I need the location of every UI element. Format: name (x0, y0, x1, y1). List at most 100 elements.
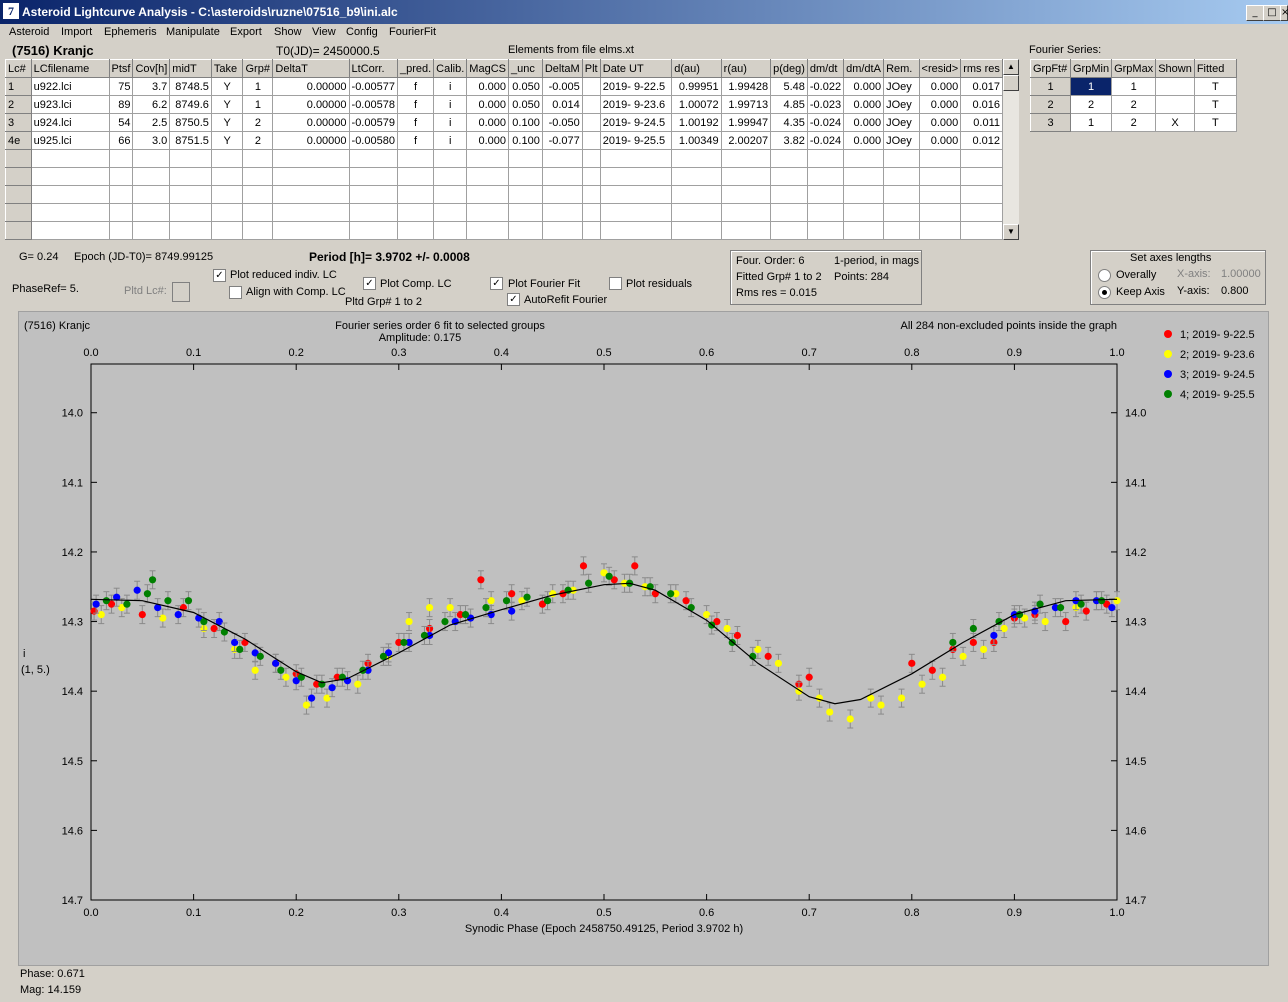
lc-col-header[interactable]: p(deg) (770, 59, 808, 78)
lc-cell[interactable] (396, 185, 435, 204)
lc-cell[interactable]: 0.000 (843, 77, 885, 96)
lc-cell[interactable]: -0.024 (806, 131, 845, 150)
lc-cell[interactable] (30, 203, 110, 222)
lc-cell[interactable] (507, 239, 543, 240)
lc-cell[interactable] (348, 167, 398, 186)
lc-cell[interactable] (883, 149, 920, 168)
fourier-cell[interactable] (1155, 95, 1195, 114)
lc-col-header[interactable]: DeltaT (272, 59, 350, 78)
lc-cell[interactable]: -0.022 (806, 77, 845, 96)
lc-cell[interactable] (396, 203, 435, 222)
lc-cell[interactable] (770, 185, 808, 204)
lc-cell[interactable]: 0.012 (960, 131, 1003, 150)
lc-cell[interactable] (541, 149, 583, 168)
lc-cell[interactable] (960, 239, 1003, 240)
lc-cell[interactable] (770, 149, 808, 168)
lc-cell[interactable] (918, 167, 962, 186)
lc-cell[interactable] (132, 203, 171, 222)
lc-cell[interactable]: f (396, 95, 435, 114)
lc-cell[interactable] (5, 203, 32, 222)
fourier-col-header[interactable]: Fitted (1193, 59, 1237, 78)
lc-cell[interactable]: 54 (108, 113, 134, 132)
lc-cell[interactable]: Y (210, 131, 244, 150)
autorefit-checkbox[interactable]: ✓ (507, 293, 520, 306)
lc-cell[interactable]: JOey (883, 95, 920, 114)
lc-cell[interactable]: f (396, 113, 435, 132)
fourier-cell[interactable]: 3 (1030, 113, 1071, 132)
maximize-button[interactable]: □ (1263, 5, 1281, 21)
lc-cell[interactable]: i (433, 113, 468, 132)
lc-cell[interactable]: -0.024 (806, 113, 845, 132)
lc-cell[interactable] (169, 203, 212, 222)
x-axis-value[interactable]: 1.00000 (1221, 268, 1261, 280)
fourier-cell[interactable]: X (1155, 113, 1195, 132)
lc-cell[interactable] (541, 203, 583, 222)
lc-col-header[interactable]: MagCS (466, 59, 509, 78)
plot-residuals-checkbox[interactable] (609, 277, 622, 290)
lc-cell[interactable] (108, 149, 134, 168)
lc-cell[interactable]: JOey (883, 113, 920, 132)
lc-cell[interactable] (883, 167, 920, 186)
lc-cell[interactable]: f (396, 77, 435, 96)
scroll-down-button[interactable]: ▼ (1003, 224, 1019, 240)
fourier-cell[interactable]: 2 (1030, 95, 1071, 114)
lc-empty-row[interactable] (5, 203, 1003, 222)
lc-col-header[interactable]: Date UT (599, 59, 673, 78)
lc-cell[interactable] (348, 203, 398, 222)
lc-cell[interactable] (960, 185, 1003, 204)
lc-cell[interactable] (272, 239, 350, 240)
lc-cell[interactable]: u922.lci (30, 77, 110, 96)
lc-col-header[interactable]: midT (169, 59, 212, 78)
fourier-cell[interactable]: 1 (1030, 77, 1071, 96)
lc-cell[interactable] (396, 221, 435, 240)
lc-cell[interactable]: u924.lci (30, 113, 110, 132)
lc-cell[interactable] (210, 149, 244, 168)
fourier-cell[interactable]: T (1193, 113, 1237, 132)
lc-col-header[interactable]: rms res (960, 59, 1003, 78)
menu-fourierfit[interactable]: FourierFit (389, 26, 436, 38)
lc-cell[interactable] (132, 221, 171, 240)
lc-cell[interactable] (132, 167, 171, 186)
lc-cell[interactable] (581, 113, 601, 132)
lc-cell[interactable] (770, 239, 808, 240)
lc-cell[interactable] (272, 149, 350, 168)
lc-cell[interactable] (30, 239, 110, 240)
lc-cell[interactable]: -0.050 (541, 113, 583, 132)
lc-cell[interactable] (466, 149, 509, 168)
lc-cell[interactable] (30, 167, 110, 186)
lc-cell[interactable] (581, 149, 601, 168)
lc-col-header[interactable]: Take (210, 59, 244, 78)
lc-cell[interactable] (108, 185, 134, 204)
fourier-cell[interactable]: 2 (1069, 95, 1113, 114)
lc-cell[interactable] (169, 149, 212, 168)
lc-col-header[interactable]: Plt (581, 59, 601, 78)
lc-cell[interactable] (599, 203, 673, 222)
lc-cell[interactable] (541, 221, 583, 240)
lc-cell[interactable]: 3.82 (770, 131, 808, 150)
lc-cell[interactable]: 0.00000 (272, 131, 350, 150)
lc-cell[interactable] (918, 239, 962, 240)
lc-cell[interactable] (210, 221, 244, 240)
lc-empty-row[interactable] (5, 149, 1003, 168)
lc-cell[interactable]: 1.00072 (671, 95, 722, 114)
lc-cell[interactable] (169, 167, 212, 186)
lc-cell[interactable] (433, 167, 468, 186)
lc-cell[interactable] (5, 149, 32, 168)
pltd-lc-spinner[interactable] (172, 282, 190, 302)
lc-cell[interactable]: i (433, 95, 468, 114)
lc-cell[interactable] (30, 185, 110, 204)
lc-cell[interactable]: 0.000 (843, 131, 885, 150)
lc-cell[interactable] (671, 149, 722, 168)
lc-col-header[interactable]: Cov[h] (132, 59, 171, 78)
lc-cell[interactable]: i (433, 131, 468, 150)
lc-cell[interactable] (599, 221, 673, 240)
lc-cell[interactable]: 8748.5 (169, 77, 212, 96)
lc-cell[interactable] (883, 203, 920, 222)
lightcurve-plot-panel[interactable]: 0.0 0.0 0.1 0.1 0.2 0.2 0.3 0.3 0.4 0.4 0.5 0.5 0.6 0… (18, 311, 1269, 966)
plot-fourier-checkbox[interactable]: ✓ (490, 277, 503, 290)
lc-cell[interactable] (30, 149, 110, 168)
lc-cell[interactable]: 1.99713 (720, 95, 772, 114)
menu-view[interactable]: View (312, 26, 336, 38)
lc-cell[interactable] (720, 221, 772, 240)
fourier-cell[interactable]: 1 (1069, 113, 1113, 132)
